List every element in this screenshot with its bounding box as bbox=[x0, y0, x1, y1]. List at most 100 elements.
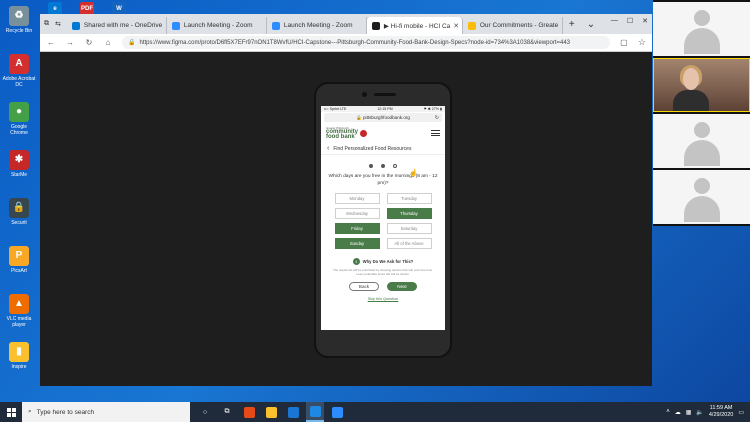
participant-tile[interactable] bbox=[653, 170, 750, 224]
tab-favicon-icon bbox=[171, 21, 180, 30]
speaker-grille bbox=[374, 93, 396, 96]
window-controls: — ☐ ✕ bbox=[611, 17, 648, 25]
clock-time: 11:59 AM bbox=[709, 405, 733, 411]
site-header: Greater Pittsburgh community food bank bbox=[321, 123, 445, 143]
browser-tab[interactable]: Launch Meeting - Zoom bbox=[266, 17, 367, 34]
hand-cursor-icon: ☝ bbox=[409, 170, 418, 177]
mobile-address-bar[interactable]: 🔒 pittsburghfoodbank.org ↻ bbox=[324, 113, 442, 122]
food-bank-logo[interactable]: Greater Pittsburgh community food bank bbox=[326, 126, 368, 141]
tab-favicon-icon bbox=[71, 21, 80, 30]
notifications-icon[interactable]: ▭ bbox=[738, 409, 744, 416]
mobile-reload-icon[interactable]: ↻ bbox=[435, 115, 439, 121]
desktop-shortcut-label: StarMe bbox=[10, 172, 28, 178]
onedrive-icon[interactable]: ☁ bbox=[675, 409, 681, 416]
day-option-monday[interactable]: Monday bbox=[334, 193, 380, 204]
desktop-shortcut[interactable]: ● Google Chrome bbox=[2, 102, 36, 136]
clock[interactable]: 11:59 AM 4/29/2020 bbox=[709, 405, 733, 419]
office-icon[interactable] bbox=[240, 402, 258, 422]
tab-close-icon[interactable]: ✕ bbox=[450, 22, 459, 30]
taskbar-search[interactable]: ⌕ Type here to search bbox=[22, 402, 190, 422]
clock-date: 4/29/2020 bbox=[708, 412, 734, 418]
windows-logo-icon bbox=[6, 407, 16, 417]
day-option-sunday[interactable]: Sunday bbox=[334, 238, 380, 249]
tab-back-icon[interactable]: ⇆ bbox=[55, 20, 61, 28]
file-explorer-icon[interactable] bbox=[262, 402, 280, 422]
desktop-shortcut[interactable]: ♻ Recycle Bin bbox=[2, 6, 36, 34]
tab-actions: ⧉ ⇆ bbox=[44, 20, 61, 28]
phone-status-bar: ••○ Sprint LTE 12:15 PM ⚑ ✱ 27% ▮ bbox=[321, 106, 445, 112]
zoom-app-icon[interactable] bbox=[328, 402, 346, 422]
tab-favicon-icon bbox=[271, 21, 280, 30]
participant-tile[interactable] bbox=[653, 2, 750, 56]
tab-favicon-icon bbox=[467, 21, 476, 30]
next-button[interactable]: Next bbox=[387, 282, 417, 291]
day-option-saturday[interactable]: Saturday bbox=[386, 223, 432, 234]
back-arrow-icon[interactable]: ← bbox=[46, 38, 56, 47]
back-button[interactable]: Back bbox=[349, 282, 379, 291]
why-description: The results list will be prioritized by … bbox=[332, 268, 434, 276]
minimize-button[interactable]: — bbox=[611, 17, 618, 25]
tab-label: ▶ Hi-fi mobile - HCI Ca bbox=[383, 22, 451, 30]
tab-list-chevron-icon[interactable]: ⌄ bbox=[581, 19, 601, 30]
browser-tab[interactable]: ▶ Hi-fi mobile - HCI Ca ✕ bbox=[366, 17, 463, 34]
outlook-icon[interactable] bbox=[284, 402, 302, 422]
day-option-thursday[interactable]: Thursday bbox=[386, 208, 432, 219]
step-dot-3 bbox=[393, 164, 397, 168]
volume-icon[interactable]: 🔈 bbox=[696, 409, 703, 416]
desktop-shortcut[interactable]: ▮ Inspire bbox=[2, 342, 36, 370]
close-button[interactable]: ✕ bbox=[642, 17, 648, 25]
phone-frame: ••○ Sprint LTE 12:15 PM ⚑ ✱ 27% ▮ 🔒 pitt… bbox=[314, 82, 452, 358]
start-button[interactable] bbox=[0, 402, 22, 422]
tab-search-icon[interactable]: ⧉ bbox=[44, 20, 49, 28]
desktop-shortcut[interactable]: ✱ StarMe bbox=[2, 150, 36, 178]
browser-tab[interactable]: Shared with me - OneDrive bbox=[66, 17, 167, 34]
day-options: Monday Tuesday Wednesday Thursday Friday Satu… bbox=[321, 193, 445, 249]
skip-question-link[interactable]: Skip this Question bbox=[321, 297, 445, 301]
network-icon[interactable]: ▦ bbox=[686, 409, 692, 416]
reload-icon[interactable]: ↻ bbox=[84, 38, 94, 47]
desktop-app-icon: ♻ bbox=[9, 6, 29, 26]
browser-tab[interactable]: Our Commitments - Greate bbox=[462, 17, 563, 34]
phone-clock: 12:15 PM bbox=[377, 107, 393, 111]
desktop-shortcut[interactable]: P PicsArt bbox=[2, 246, 36, 274]
hamburger-menu-icon[interactable] bbox=[431, 130, 440, 136]
browser-tab[interactable]: Launch Meeting - Zoom bbox=[166, 17, 267, 34]
why-title: Why Do We Ask for This? bbox=[362, 259, 414, 264]
desktop-shortcut-label: Recycle Bin bbox=[5, 28, 33, 34]
zoom-video-strip bbox=[653, 0, 750, 226]
cortana-icon[interactable]: ○ bbox=[196, 402, 214, 422]
tab-bar: ⧉ ⇆ Shared with me - OneDrive Launch Meet… bbox=[40, 14, 652, 34]
battery-status: ⚑ ✱ 27% ▮ bbox=[423, 107, 442, 111]
desktop-app-icon: ● bbox=[9, 102, 29, 122]
day-option-wednesday[interactable]: Wednesday bbox=[334, 208, 380, 219]
active-speaker-tile[interactable] bbox=[653, 58, 750, 112]
maximize-button[interactable]: ☐ bbox=[627, 17, 633, 25]
apple-icon bbox=[360, 129, 368, 137]
desktop-shortcut[interactable]: ▲ VLC media player bbox=[2, 294, 36, 328]
desktop-shortcut-label: Inspire bbox=[11, 364, 27, 370]
chevron-left-icon[interactable]: ‹ bbox=[327, 145, 329, 152]
address-bar[interactable]: 🔒 https://www.figma.com/proto/D6fl5X7EFr… bbox=[122, 36, 610, 49]
forward-arrow-icon[interactable]: → bbox=[65, 38, 75, 47]
day-option-friday[interactable]: Friday bbox=[334, 223, 380, 234]
tab-label: Launch Meeting - Zoom bbox=[283, 22, 353, 29]
desktop-shortcut[interactable]: A Adobe Acrobat DC bbox=[2, 54, 36, 88]
mobile-url: 🔒 pittsburghfoodbank.org bbox=[356, 114, 410, 120]
chevron-up-icon[interactable]: ˄ bbox=[666, 409, 670, 415]
day-option-tuesday[interactable]: Tuesday bbox=[386, 193, 432, 204]
reading-view-icon[interactable]: ▢ bbox=[619, 38, 629, 47]
new-tab-button[interactable]: + bbox=[563, 19, 581, 30]
logo-line-2: food bank bbox=[326, 134, 355, 140]
search-placeholder: Type here to search bbox=[36, 408, 95, 416]
task-view-icon[interactable]: ⧉ bbox=[218, 402, 236, 422]
phone-screen: ••○ Sprint LTE 12:15 PM ⚑ ✱ 27% ▮ 🔒 pitt… bbox=[321, 106, 445, 330]
favorite-star-icon[interactable]: ☆ bbox=[638, 37, 646, 48]
home-icon[interactable]: ⌂ bbox=[103, 38, 113, 47]
participant-tile[interactable] bbox=[653, 114, 750, 168]
desktop-shortcut-label: PicsArt bbox=[11, 268, 27, 274]
search-icon: ⌕ bbox=[28, 408, 32, 415]
day-option-all-of-the-above[interactable]: All of the Above bbox=[386, 238, 432, 249]
edge-browser-icon[interactable] bbox=[306, 402, 324, 422]
question-text: Which days are you free in the mornings … bbox=[328, 174, 438, 186]
desktop-shortcut[interactable]: 🔒 Securit bbox=[2, 198, 36, 226]
